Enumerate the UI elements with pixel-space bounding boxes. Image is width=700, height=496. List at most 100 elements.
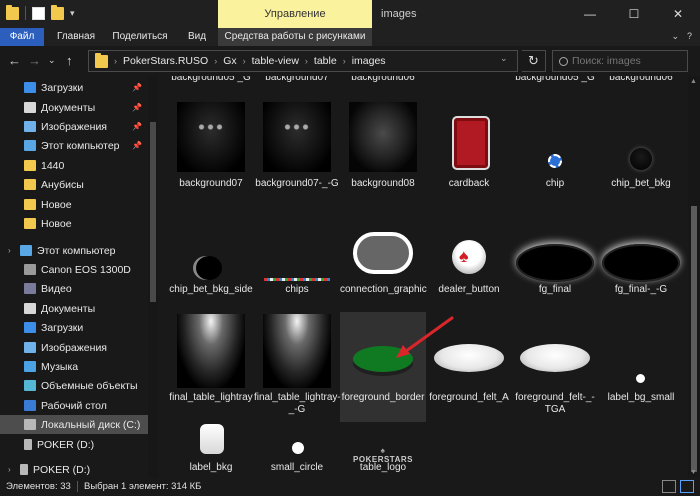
help-icon[interactable]: ? (687, 31, 692, 42)
file-item[interactable]: foreground_felt-_-TGA (512, 312, 598, 422)
sidebar-item-pictures[interactable]: Изображения 📌 (0, 117, 148, 136)
sidebar-item-this-pc[interactable]: Этот компьютер 📌 (0, 136, 148, 155)
details-view-icon[interactable] (662, 480, 676, 493)
file-label: connection_graphic (340, 284, 427, 295)
tab-file[interactable]: Файл (0, 28, 44, 46)
file-item[interactable]: chip_bet_bkg_side (168, 216, 254, 316)
customize-qat-icon[interactable]: ▾ (70, 8, 75, 19)
scroll-down-icon[interactable]: ▼ (690, 469, 697, 476)
up-button[interactable]: ↑ (66, 53, 73, 68)
file-item[interactable]: background07 (168, 100, 254, 196)
file-item[interactable]: ♠ dealer_button (426, 216, 512, 316)
refresh-button[interactable]: ↻ (522, 50, 546, 72)
expand-icon[interactable]: › (8, 465, 11, 474)
file-item[interactable]: label_bg_small (598, 312, 684, 422)
file-item[interactable]: fg_final-_-G (598, 216, 684, 316)
file-item[interactable]: fg_final (512, 216, 598, 316)
address-bar[interactable]: › PokerStars.RUSO › Gx › table-view › ta… (88, 50, 518, 72)
properties-icon[interactable] (32, 6, 45, 20)
pin-icon[interactable]: 📌 (132, 122, 142, 131)
file-item[interactable]: final_table_lightray (168, 312, 254, 422)
item-count: Элементов: 33 (6, 481, 71, 492)
ribbon-right-controls: ⌄ ? (671, 31, 692, 42)
file-item[interactable]: background08 (340, 100, 426, 196)
sidebar-item-folder[interactable]: Новое (0, 214, 148, 233)
sidebar-item-documents[interactable]: Документы (0, 299, 148, 318)
pin-icon[interactable]: 📌 (132, 103, 142, 112)
sidebar-item-label: Рабочий стол (41, 399, 107, 412)
computer-icon (24, 140, 36, 151)
maximize-button[interactable]: ☐ (612, 0, 656, 28)
breadcrumb-separator[interactable]: › (343, 56, 346, 66)
file-item[interactable]: ♠ POKERSTARS table_logo (340, 420, 426, 478)
breadcrumb-item[interactable]: PokerStars.RUSO (123, 55, 208, 67)
new-folder-icon[interactable] (51, 4, 64, 20)
breadcrumb-item[interactable]: images (352, 55, 386, 67)
sidebar-item-label: Canon EOS 1300D (41, 263, 131, 276)
tab-picture-tools[interactable]: Средства работы с рисунками (218, 28, 372, 46)
pin-icon[interactable]: 📌 (132, 141, 142, 150)
sidebar-item-3d-objects[interactable]: Объемные объекты (0, 376, 148, 395)
file-item[interactable]: connection_graphic (340, 216, 427, 316)
file-item[interactable]: background07-_-G (254, 100, 340, 196)
camera-icon (24, 264, 36, 275)
file-item[interactable]: cardback (426, 100, 512, 196)
file-item[interactable]: label_bkg (168, 420, 254, 478)
recent-locations-button[interactable]: ⌄ (48, 55, 56, 66)
expand-icon[interactable]: › (8, 246, 11, 255)
file-item[interactable]: chip (512, 100, 598, 196)
sidebar-item-label: Объемные объекты (41, 379, 138, 392)
sidebar-item-label: Изображения (41, 341, 107, 354)
file-item[interactable]: small_circle (254, 420, 340, 478)
close-button[interactable]: ✕ (656, 0, 700, 28)
address-dropdown-icon[interactable]: ⌄ (500, 53, 508, 64)
file-item[interactable]: final_table_lightray-_-G (254, 312, 341, 422)
breadcrumb-item[interactable]: table (314, 55, 337, 67)
sidebar-item-videos[interactable]: Видео (0, 279, 148, 298)
file-label: fg_final-_-G (614, 284, 668, 295)
sidebar-item-drive-d[interactable]: POKER (D:) (0, 435, 148, 454)
breadcrumb-item[interactable]: table-view (252, 55, 299, 67)
folder-icon[interactable] (6, 4, 19, 20)
sidebar-item-drive-d[interactable]: › POKER (D:) (0, 460, 148, 478)
sidebar-item-folder[interactable]: Анубисы (0, 175, 148, 194)
sidebar-item-local-disk[interactable]: Локальный диск (C:) (0, 415, 148, 434)
folder-icon (24, 199, 36, 210)
sidebar-item-folder[interactable]: Новое (0, 195, 148, 214)
tab-view[interactable]: Вид (176, 28, 218, 46)
breadcrumb-item[interactable]: Gx (223, 55, 236, 67)
sidebar-item-camera[interactable]: Canon EOS 1300D (0, 260, 148, 279)
breadcrumb-separator[interactable]: › (305, 56, 308, 66)
annotation-arrow (396, 316, 454, 358)
scroll-up-icon[interactable]: ▲ (690, 78, 697, 85)
tab-share[interactable]: Поделиться (106, 28, 174, 46)
file-item[interactable]: chip_bet_bkg (598, 100, 684, 196)
folder-icon (95, 52, 108, 68)
breadcrumb-separator[interactable]: › (214, 56, 217, 66)
image-thumbnail (263, 102, 331, 172)
sidebar-item-documents[interactable]: Документы 📌 (0, 98, 148, 117)
sidebar-item-desktop[interactable]: Рабочий стол (0, 396, 148, 415)
sidebar-item-downloads[interactable]: Загрузки 📌 (0, 78, 148, 97)
sidebar-item-pictures[interactable]: Изображения (0, 338, 148, 357)
sidebar-scrollbar-thumb[interactable] (150, 122, 156, 302)
sidebar-item-this-pc[interactable]: › Этот компьютер (0, 241, 148, 260)
minimize-button[interactable]: — (568, 0, 612, 28)
computer-icon (20, 245, 32, 256)
file-item[interactable]: chips (254, 216, 340, 316)
sidebar-item-downloads[interactable]: Загрузки (0, 318, 148, 337)
pin-icon[interactable]: 📌 (132, 83, 142, 92)
sidebar-item-folder[interactable]: 1440 (0, 156, 148, 175)
download-icon (24, 322, 36, 333)
large-icons-view-icon[interactable] (680, 480, 694, 493)
breadcrumb-separator[interactable]: › (243, 56, 246, 66)
search-box[interactable] (552, 50, 688, 72)
forward-button[interactable]: → (28, 53, 41, 68)
search-input[interactable] (572, 55, 682, 67)
expand-ribbon-icon[interactable]: ⌄ (671, 31, 679, 42)
tab-home[interactable]: Главная (48, 28, 104, 46)
content-scrollbar-thumb[interactable] (691, 206, 697, 472)
divider (25, 6, 26, 20)
sidebar-item-music[interactable]: Музыка (0, 357, 148, 376)
back-button[interactable]: ← (8, 53, 21, 68)
